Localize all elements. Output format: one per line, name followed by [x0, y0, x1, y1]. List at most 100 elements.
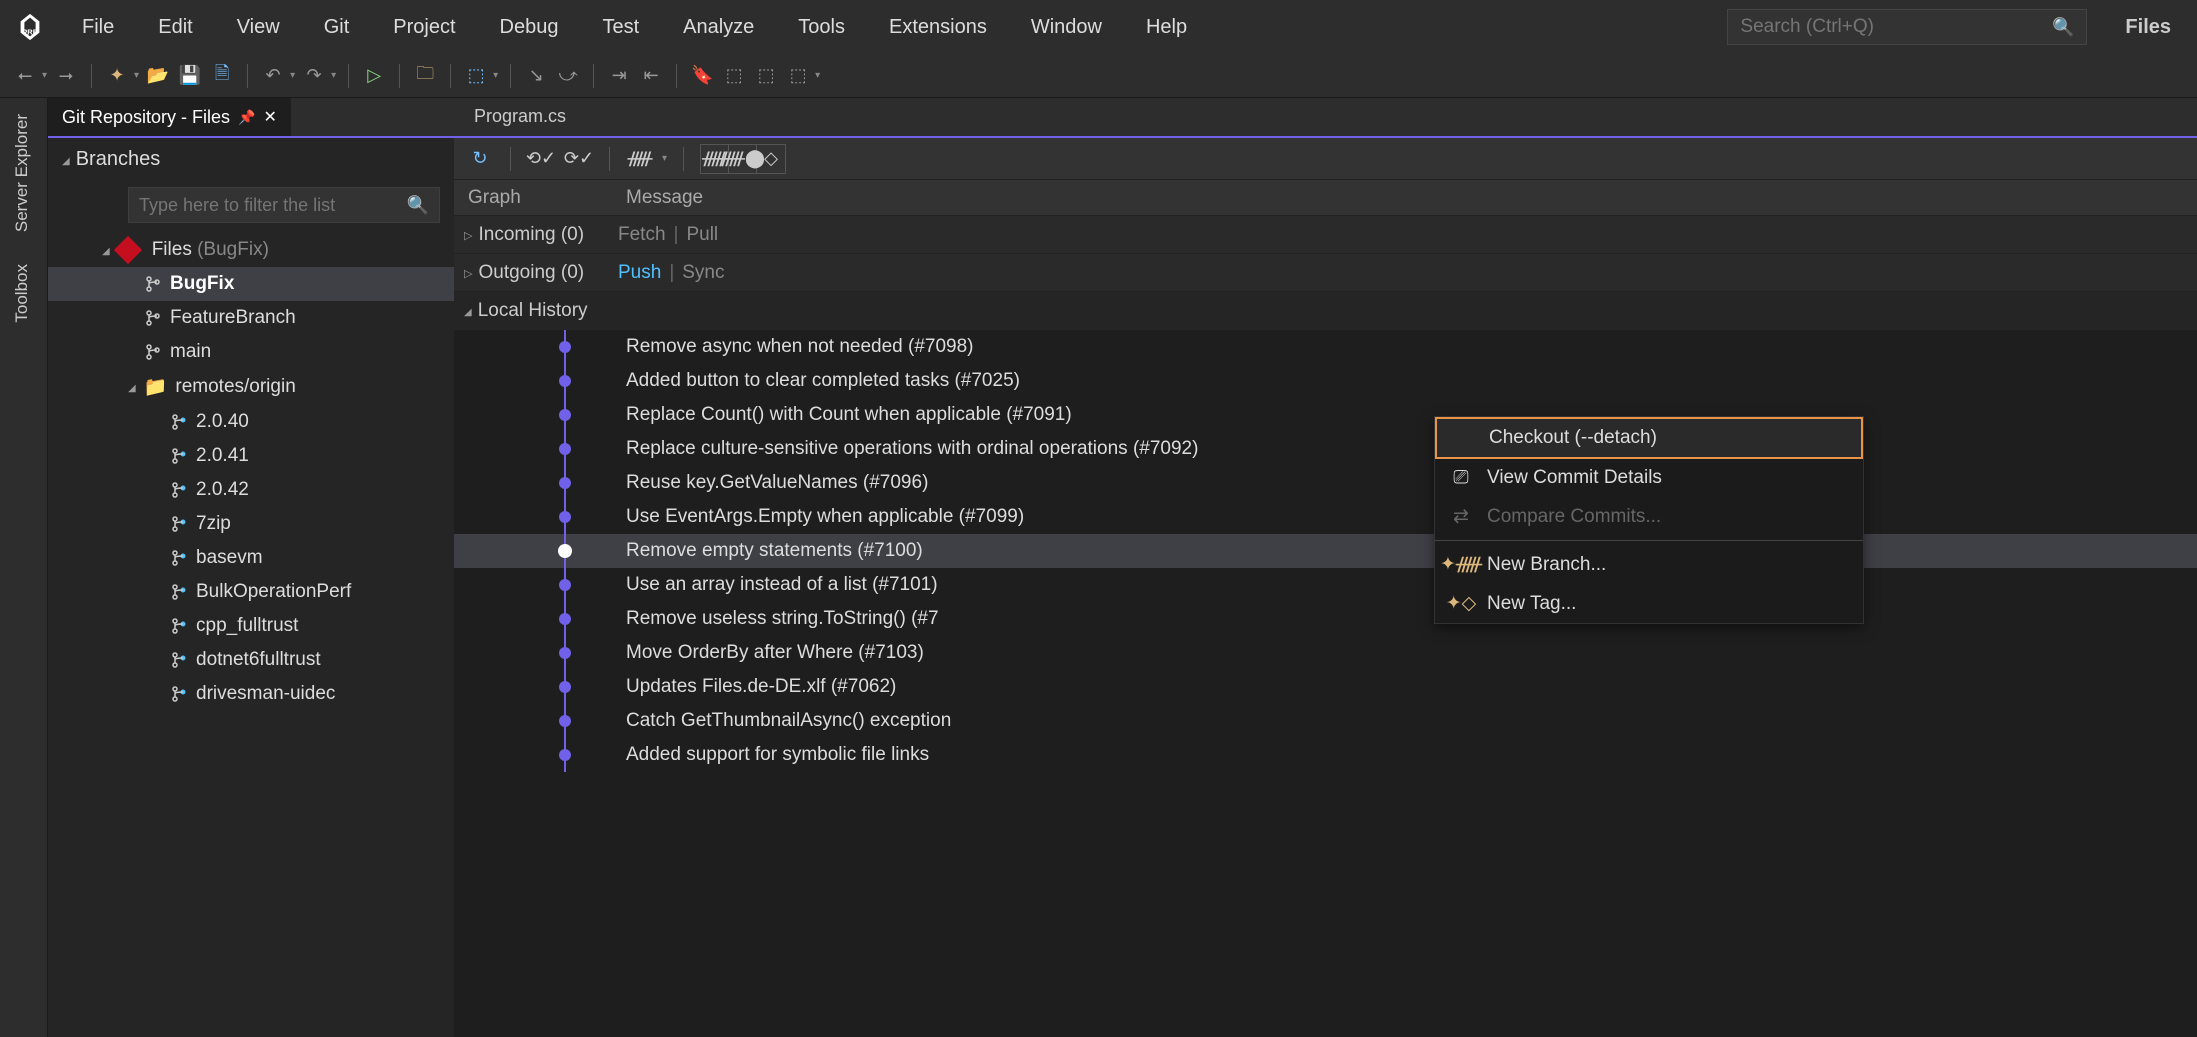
tab-git-repository[interactable]: Git Repository - Files 📌 ✕	[48, 98, 291, 136]
remote-branch-icon	[170, 685, 188, 703]
incoming-section[interactable]: Incoming (0) Fetch|Pull	[454, 216, 2197, 254]
menu-extensions[interactable]: Extensions	[867, 8, 1009, 47]
branch-select-icon[interactable]: ᚏ	[626, 145, 654, 173]
undo-icon[interactable]: ↶	[260, 63, 286, 89]
side-tab-server-explorer[interactable]: Server Explorer	[0, 98, 44, 248]
commit-row[interactable]: Updates Files.de-DE.xlf (#7062)	[454, 670, 2197, 704]
tree-branch-featurebranch[interactable]: FeatureBranch	[48, 301, 454, 335]
menu-file[interactable]: File	[60, 8, 136, 47]
local-history-header[interactable]: Local History	[454, 292, 2197, 330]
nav-forward-icon[interactable]: ⭢	[53, 63, 79, 89]
step-icon[interactable]: ↘	[523, 63, 549, 89]
column-graph[interactable]: Graph	[454, 187, 622, 209]
commit-row[interactable]: Move OrderBy after Where (#7103)	[454, 636, 2197, 670]
remote-branch-icon	[170, 515, 188, 533]
nav-back-icon[interactable]: ⭠	[12, 63, 38, 89]
tree-remote-2-0-40[interactable]: 2.0.40	[48, 405, 454, 439]
tree-branch-bugfix[interactable]: BugFix	[48, 267, 454, 301]
commit-row[interactable]: Remove useless string.ToString() (#7	[454, 602, 2197, 636]
start-icon[interactable]: ▷	[361, 63, 387, 89]
outdent-icon[interactable]: ⇤	[638, 63, 664, 89]
menu-test[interactable]: Test	[580, 8, 661, 47]
pull-icon[interactable]: ⟳✓	[565, 145, 593, 173]
search-input[interactable]	[1740, 16, 2052, 38]
commit-row[interactable]: Remove async when not needed (#7098)	[454, 330, 2197, 364]
commit-dot	[559, 409, 571, 421]
commit-row[interactable]: Catch GetThumbnailAsync() exception	[454, 704, 2197, 738]
tree-remote-2-0-42[interactable]: 2.0.42	[48, 473, 454, 507]
tree-remote-2-0-41[interactable]: 2.0.41	[48, 439, 454, 473]
commit-row[interactable]: Replace culture-sensitive operations wit…	[454, 432, 2197, 466]
menu-tools[interactable]: Tools	[776, 8, 867, 47]
menu-analyze[interactable]: Analyze	[661, 8, 776, 47]
branches-header[interactable]: Branches	[48, 138, 454, 181]
remote-branch-icon	[170, 481, 188, 499]
commit-row[interactable]: Reuse key.GetValueNames (#7096)	[454, 466, 2197, 500]
tree-remote-drivesman-uidec[interactable]: drivesman-uidec	[48, 677, 454, 711]
menu-git[interactable]: Git	[302, 8, 372, 47]
close-icon[interactable]: ✕	[263, 107, 276, 127]
ctx-checkout[interactable]: Checkout (--detach)	[1435, 417, 1863, 459]
new-tag-icon: ✦◇	[1449, 592, 1473, 615]
menu-project[interactable]: Project	[371, 8, 477, 47]
commit-dot	[559, 613, 571, 625]
browse-icon[interactable]: 🗀	[412, 63, 438, 89]
search-box[interactable]: 🔍	[1727, 9, 2087, 45]
branch-filter-input[interactable]	[139, 195, 407, 216]
commit-dot	[558, 544, 572, 558]
refresh-icon[interactable]: ↻	[466, 145, 494, 173]
tree-remote-dotnet6fulltrust[interactable]: dotnet6fulltrust	[48, 643, 454, 677]
config-icon[interactable]: ⬚	[463, 63, 489, 89]
open-icon[interactable]: 📂	[145, 63, 171, 89]
save-icon[interactable]: 💾	[177, 63, 203, 89]
commit-row[interactable]: Added support for symbolic file links	[454, 738, 2197, 772]
tree-remotes-origin[interactable]: 📁remotes/origin	[48, 369, 454, 405]
menu-debug[interactable]: Debug	[478, 8, 581, 47]
tab-program-cs[interactable]: Program.cs	[454, 98, 586, 136]
files-button[interactable]: Files	[2107, 8, 2189, 47]
ctx-view-details[interactable]: ⎚View Commit Details	[1435, 459, 1863, 497]
tag-view-icon[interactable]: ◇	[757, 145, 785, 173]
new-item-icon[interactable]: ✦	[104, 63, 130, 89]
tree-branch-main[interactable]: main	[48, 335, 454, 369]
redo-icon[interactable]: ↷	[301, 63, 327, 89]
commit-row[interactable]: Added button to clear completed tasks (#…	[454, 364, 2197, 398]
tree-remote-cpp-fulltrust[interactable]: cpp_fulltrust	[48, 609, 454, 643]
commit-dot	[559, 443, 571, 455]
save-all-icon[interactable]: 🗎	[209, 63, 235, 89]
commit-row[interactable]: Use EventArgs.Empty when applicable (#70…	[454, 500, 2197, 534]
menu-view[interactable]: View	[215, 8, 302, 47]
commit-row[interactable]: Use an array instead of a list (#7101)	[454, 568, 2197, 602]
tree-remote-bulkoperationperf[interactable]: BulkOperationPerf	[48, 575, 454, 609]
folder-icon: 📁	[144, 375, 168, 399]
bookmark-clear-icon[interactable]: ⬚	[785, 63, 811, 89]
indent-icon[interactable]: ⇥	[606, 63, 632, 89]
branch-icon	[144, 343, 162, 361]
new-branch-icon: ✦ᚏ	[1449, 553, 1473, 576]
branch-filter-box[interactable]: 🔍	[128, 187, 440, 223]
ctx-new-tag[interactable]: ✦◇New Tag...	[1435, 584, 1863, 623]
remote-branch-icon	[170, 583, 188, 601]
tree-remote-7zip[interactable]: 7zip	[48, 507, 454, 541]
commit-row[interactable]: Replace Count() with Count when applicab…	[454, 398, 2197, 432]
menu-edit[interactable]: Edit	[136, 8, 214, 47]
column-message[interactable]: Message	[622, 187, 2197, 209]
pin-icon[interactable]: 📌	[238, 109, 255, 126]
bookmark-prev-icon[interactable]: ⬚	[721, 63, 747, 89]
fetch-icon[interactable]: ⟲✓	[527, 145, 555, 173]
step-over-icon[interactable]: ⤻	[555, 63, 581, 89]
outgoing-section[interactable]: Outgoing (0) Push|Sync	[454, 254, 2197, 292]
sidebar-tab-strip: Server ExplorerToolbox	[0, 98, 48, 1037]
bookmark-icon[interactable]: 🔖	[689, 63, 715, 89]
ctx-new-branch[interactable]: ✦ᚏNew Branch...	[1435, 545, 1863, 584]
app-logo: PRE	[12, 9, 48, 45]
branch-icon	[144, 309, 162, 327]
tree-remote-basevm[interactable]: basevm	[48, 541, 454, 575]
tree-repo-files[interactable]: Files (BugFix)	[48, 233, 454, 267]
commit-row[interactable]: Remove empty statements (#7100)	[454, 534, 2197, 568]
menu-help[interactable]: Help	[1124, 8, 1209, 47]
menu-window[interactable]: Window	[1009, 8, 1124, 47]
bookmark-next-icon[interactable]: ⬚	[753, 63, 779, 89]
side-tab-toolbox[interactable]: Toolbox	[0, 248, 44, 339]
list-view-icon[interactable]: ᚏ⬤	[729, 145, 757, 173]
